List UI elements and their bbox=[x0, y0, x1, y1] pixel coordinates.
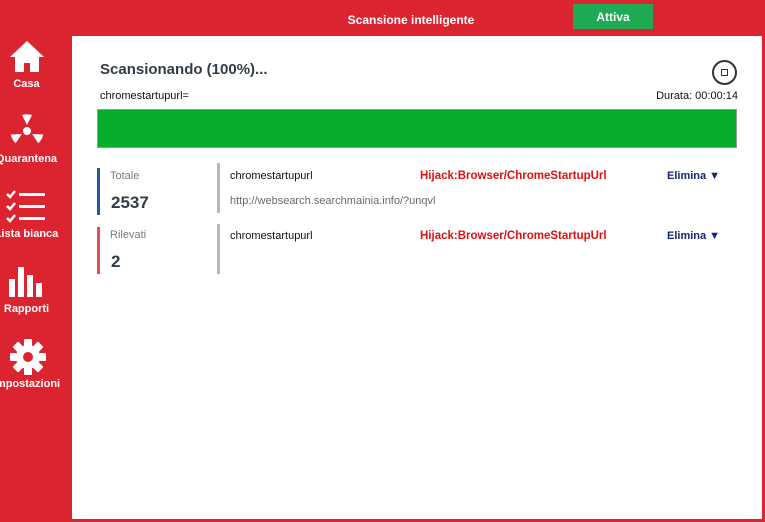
detected-label: Rilevati bbox=[110, 229, 147, 241]
result-threat: Hijack:Browser/ChromeStartupUrl bbox=[420, 230, 607, 242]
row-divider bbox=[217, 163, 220, 213]
scan-status-title: Scansionando (100%)... bbox=[100, 61, 268, 78]
result-threat: Hijack:Browser/ChromeStartupUrl bbox=[420, 170, 607, 182]
bar-chart-icon bbox=[9, 267, 42, 297]
activate-button[interactable]: Attiva bbox=[573, 4, 653, 29]
sidebar-label-whitelist: Lista bianca bbox=[0, 228, 59, 240]
result-detail: http://websearch.searchmainia.info/?unqv… bbox=[230, 195, 436, 207]
result-name: chromestartupurl bbox=[230, 170, 313, 182]
sidebar-label-home: Casa bbox=[13, 78, 40, 90]
result-name: chromestartupurl bbox=[230, 230, 313, 242]
detected-value: 2 bbox=[111, 252, 121, 271]
gear-icon bbox=[10, 339, 46, 375]
total-value: 2537 bbox=[111, 193, 149, 212]
sidebar-item-quarantine[interactable]: Quarantena bbox=[0, 111, 72, 183]
detected-stat: Rilevati 2 bbox=[97, 227, 197, 274]
scan-progress-fill bbox=[98, 110, 736, 147]
stop-icon bbox=[721, 69, 728, 76]
sidebar-item-settings[interactable]: Impostazioni bbox=[0, 336, 72, 408]
duration-value: 00:00:14 bbox=[695, 90, 738, 102]
window-title: Scansione intelligente bbox=[347, 13, 475, 27]
sidebar-label-reports: Rapporti bbox=[3, 303, 50, 315]
duration-label: Durata: bbox=[656, 90, 693, 102]
sidebar: Casa Quarantena Lista bianca Rapporti mp… bbox=[0, 36, 72, 522]
sidebar-item-whitelist[interactable]: Lista bianca bbox=[0, 186, 72, 258]
scan-progress-bar bbox=[97, 109, 737, 148]
home-icon bbox=[10, 41, 44, 72]
total-stat-accent bbox=[97, 168, 100, 215]
scan-duration: Durata: 00:00:14 bbox=[653, 90, 738, 102]
total-scanned-stat: Totale 2537 bbox=[97, 168, 197, 215]
detected-stat-accent bbox=[97, 227, 100, 274]
delete-action-dropdown[interactable]: Elimina ▼ bbox=[667, 170, 720, 182]
radiation-icon bbox=[10, 114, 44, 144]
sidebar-label-quarantine: Quarantena bbox=[0, 153, 58, 165]
row-divider bbox=[217, 224, 220, 274]
sidebar-label-settings: Impostazioni bbox=[0, 378, 61, 390]
title-bar: Scansione intelligente Attiva bbox=[0, 0, 765, 36]
current-scan-item: chromestartupurl= bbox=[100, 90, 189, 102]
delete-action-dropdown[interactable]: Elimina ▼ bbox=[667, 230, 720, 242]
scan-panel: Scansionando (100%)... chromestartupurl=… bbox=[72, 36, 762, 519]
stop-scan-button[interactable] bbox=[712, 60, 737, 85]
total-label: Totale bbox=[110, 170, 140, 182]
sidebar-item-home[interactable]: Casa bbox=[0, 36, 72, 108]
checklist-icon bbox=[6, 190, 45, 223]
sidebar-item-reports[interactable]: Rapporti bbox=[0, 261, 72, 333]
